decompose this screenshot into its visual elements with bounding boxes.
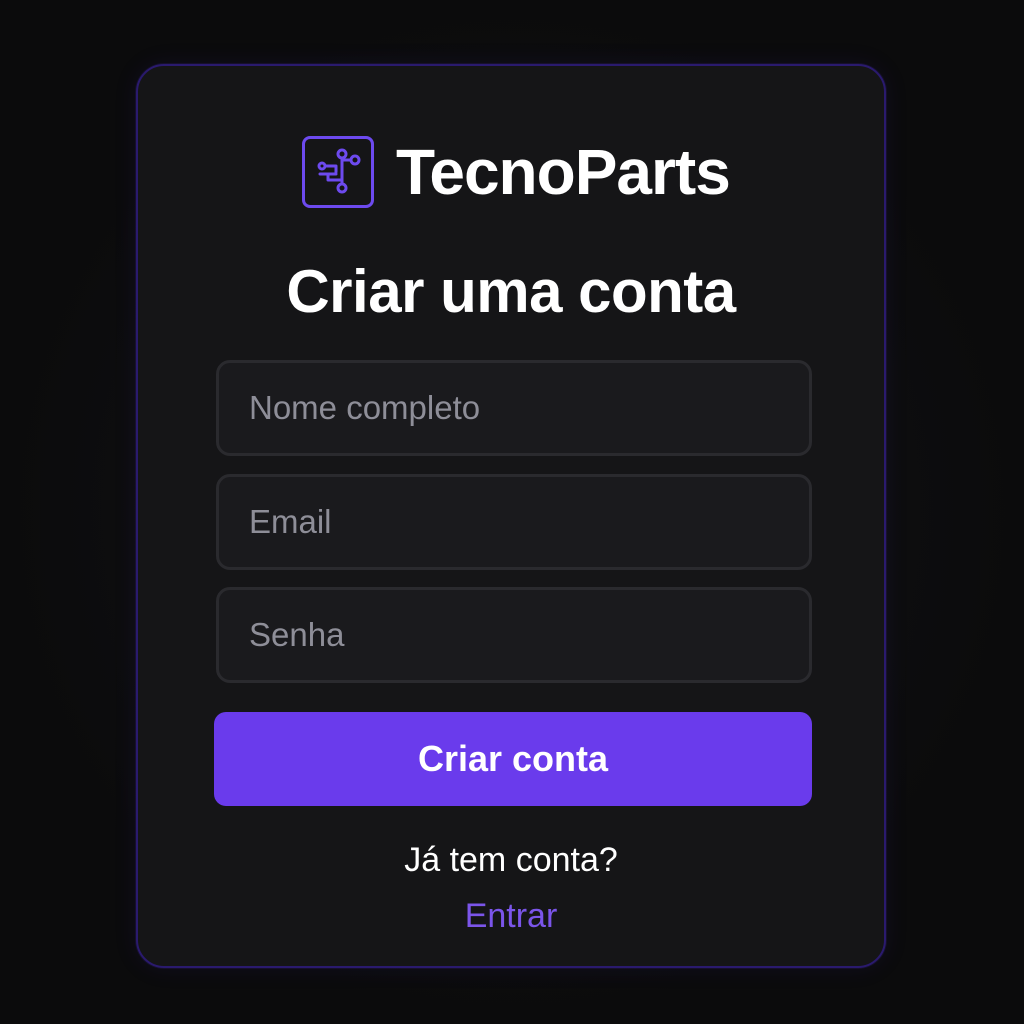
email-input[interactable] [216,474,812,570]
full-name-input[interactable] [216,360,812,456]
password-input[interactable] [216,587,812,683]
create-account-button[interactable]: Criar conta [214,712,812,806]
page-title: Criar uma conta [286,258,736,325]
brand-name: TecnoParts [396,136,731,208]
circuit-icon [317,148,361,194]
brand-header: TecnoParts [302,133,731,211]
login-link[interactable]: Entrar [138,892,884,940]
have-account-text: Já tem conta? [404,841,618,879]
signup-card: TecnoParts Criar uma conta Criar conta J… [136,64,886,968]
brand-logo [302,136,374,208]
